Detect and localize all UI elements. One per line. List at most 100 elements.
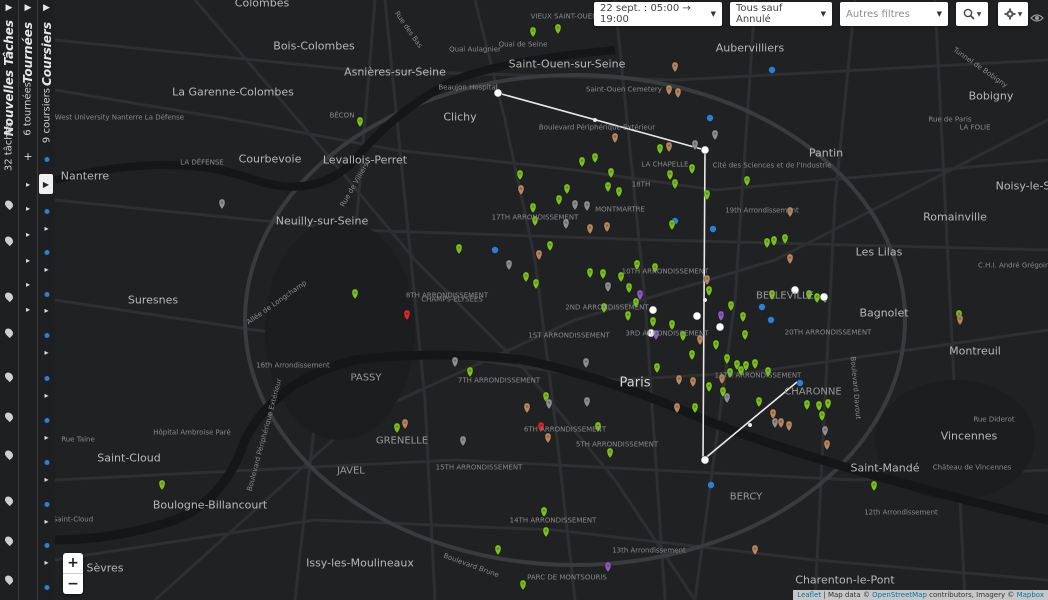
task-pin-icon[interactable] — [3, 198, 15, 211]
tour-row-caret[interactable]: ▸ — [26, 256, 30, 265]
task-pin-green[interactable] — [455, 243, 463, 255]
courier-position-marker[interactable] — [709, 225, 717, 233]
courier-row-caret[interactable]: ▸ — [44, 306, 48, 315]
task-pin-grey[interactable] — [771, 417, 779, 429]
courier-row-caret[interactable]: ▸ — [44, 265, 48, 274]
task-pin-green[interactable] — [542, 526, 550, 538]
task-pin-green[interactable] — [815, 400, 823, 412]
task-pin-green[interactable] — [393, 422, 401, 434]
task-pin-grey[interactable] — [218, 198, 226, 210]
courier-row-caret[interactable]: ▸ — [44, 348, 48, 357]
task-pin-green[interactable] — [656, 143, 664, 155]
task-pin-icon[interactable] — [3, 494, 15, 507]
task-pin-tan[interactable] — [785, 420, 793, 432]
task-pin-green[interactable] — [599, 268, 607, 280]
task-pin-green[interactable] — [668, 219, 676, 231]
courier-row-caret[interactable]: ▸ — [44, 433, 48, 442]
panel-couriers-title[interactable]: Coursiers — [40, 22, 54, 86]
task-pin-icon[interactable] — [3, 448, 15, 461]
task-pin-green[interactable] — [739, 311, 747, 323]
task-pin-grey[interactable] — [583, 396, 591, 408]
task-pin-green[interactable] — [578, 156, 586, 168]
panel-couriers-expand[interactable]: ▶ — [38, 0, 55, 16]
task-pin-purple[interactable] — [604, 561, 612, 573]
task-pin-green[interactable] — [604, 181, 612, 193]
courier-row-caret[interactable]: ▸ — [44, 224, 48, 233]
task-pin-green[interactable] — [494, 544, 502, 556]
task-pin-tan[interactable] — [689, 376, 697, 388]
eye-icon[interactable] — [1030, 8, 1044, 22]
map-canvas[interactable]: Clichy Paris Nanterre Suresnes Pantin Bagnole… — [55, 0, 1048, 600]
leaflet-link[interactable]: Leaflet — [797, 591, 821, 599]
task-pin-green[interactable] — [870, 480, 878, 492]
panel-tours-expand[interactable]: ▶ — [19, 0, 37, 16]
courier-position-marker[interactable] — [706, 114, 714, 122]
task-pin-green[interactable] — [625, 282, 633, 294]
courier-position-marker[interactable] — [707, 481, 715, 489]
courier-row-caret[interactable]: ▸ — [44, 517, 48, 526]
date-range-filter[interactable]: 22 sept. : 05:00 → 19:00 ▼ — [594, 2, 722, 26]
add-tour-icon[interactable]: + — [23, 150, 32, 163]
task-pin-green[interactable] — [743, 175, 751, 187]
task-pin-tan[interactable] — [786, 253, 794, 265]
task-pin-grey[interactable] — [505, 259, 513, 271]
task-pin-green[interactable] — [763, 237, 771, 249]
task-pin-tan[interactable] — [769, 408, 777, 420]
courier-row-caret[interactable]: ▸ — [44, 558, 48, 567]
task-pin-green[interactable] — [666, 169, 674, 181]
task-pin-icon[interactable] — [3, 534, 15, 547]
task-pin-tan[interactable] — [517, 184, 525, 196]
task-pin-green[interactable] — [813, 292, 821, 304]
zoom-in-button[interactable]: + — [63, 553, 83, 573]
task-pin-green[interactable] — [705, 381, 713, 393]
task-pin-green[interactable] — [803, 399, 811, 411]
courier-position-marker[interactable] — [768, 66, 776, 74]
task-pin-green[interactable] — [688, 349, 696, 361]
task-pin-green[interactable] — [554, 23, 562, 35]
task-pin-grey[interactable] — [582, 357, 590, 369]
task-pin-grey[interactable] — [711, 129, 719, 141]
task-pin-green[interactable] — [356, 116, 364, 128]
osm-link[interactable]: OpenStreetMap — [872, 591, 927, 599]
task-pin-icon[interactable] — [3, 290, 15, 303]
panel-new-tasks-title[interactable]: Nouvelles Tâches — [2, 20, 16, 136]
task-pin-green[interactable] — [671, 178, 679, 190]
task-pin-grey[interactable] — [459, 435, 467, 447]
task-pin-tan[interactable] — [823, 439, 831, 451]
task-pin-tan[interactable] — [401, 418, 409, 430]
mapbox-link[interactable]: Mapbox — [1017, 591, 1044, 599]
zoom-out-button[interactable]: − — [63, 573, 83, 594]
tour-row-caret[interactable]: ▸ — [26, 204, 30, 213]
courier-selected-toggle[interactable]: ▶ — [39, 174, 53, 194]
task-pin-green[interactable] — [586, 267, 594, 279]
tour-row-caret[interactable]: ▸ — [26, 230, 30, 239]
task-pin-green[interactable] — [712, 339, 720, 351]
panel-tours-title[interactable]: Tournées — [21, 22, 35, 83]
task-pin-icon[interactable] — [3, 326, 15, 339]
task-pin-green[interactable] — [529, 26, 537, 38]
task-pin-tan[interactable] — [523, 402, 531, 414]
task-pin-tan[interactable] — [586, 223, 594, 235]
other-filters-select[interactable]: Autres filtres ▼ — [840, 2, 948, 26]
task-pin-tan[interactable] — [665, 141, 673, 153]
tour-row-caret[interactable]: ▸ — [26, 305, 30, 314]
task-pin-icon[interactable] — [3, 573, 15, 586]
task-pin-tan[interactable] — [675, 374, 683, 386]
task-pin-green[interactable] — [546, 240, 554, 252]
task-pin-green[interactable] — [649, 316, 657, 328]
task-pin-tan[interactable] — [603, 221, 611, 233]
tour-row-caret[interactable]: ▸ — [26, 180, 30, 189]
task-pin-green[interactable] — [615, 186, 623, 198]
task-pin-green[interactable] — [688, 163, 696, 175]
task-pin-tan[interactable] — [674, 87, 682, 99]
task-pin-tan[interactable] — [671, 61, 679, 73]
task-pin-green[interactable] — [723, 353, 731, 365]
task-pin-green[interactable] — [591, 152, 599, 164]
task-pin-green[interactable] — [529, 202, 537, 214]
task-pin-grey[interactable] — [571, 199, 579, 211]
courier-position-marker[interactable] — [758, 303, 766, 311]
task-pin-green[interactable] — [563, 183, 571, 195]
task-pin-grey[interactable] — [451, 356, 459, 368]
task-pin-tan[interactable] — [665, 84, 673, 96]
panel-new-tasks-expand[interactable]: ▶ — [0, 0, 18, 16]
